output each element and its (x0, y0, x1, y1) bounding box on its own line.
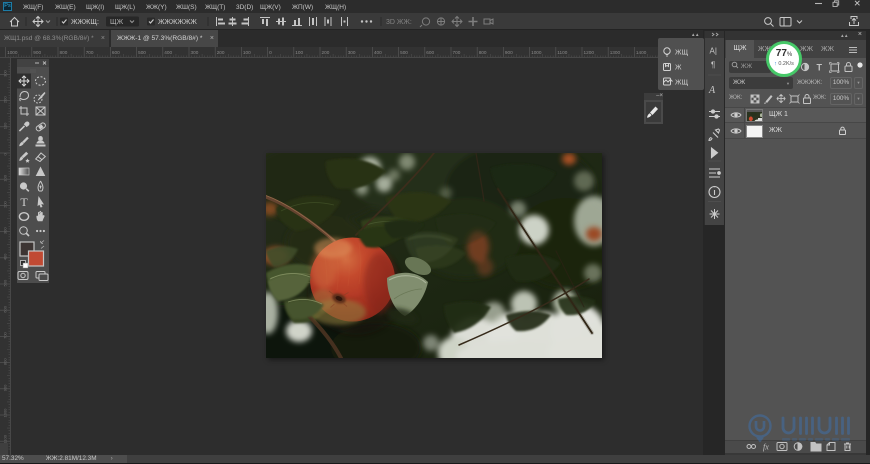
svg-text:500: 500 (400, 50, 408, 55)
svg-text:900: 900 (505, 50, 513, 55)
svg-text:Ж: Ж (675, 65, 682, 72)
svg-text:500: 500 (138, 50, 146, 55)
svg-text:400: 400 (164, 50, 172, 55)
svg-text:1200: 1200 (584, 50, 595, 55)
svg-text:100: 100 (3, 122, 8, 129)
svg-text:ЖЩ: ЖЩ (675, 50, 688, 57)
svg-text:700: 700 (86, 50, 94, 55)
svg-text:ЖЖЖЖЖЖ: ЖЖЖЖЖЖ (158, 19, 197, 26)
svg-text:300: 300 (348, 50, 356, 55)
svg-text:600: 600 (112, 50, 120, 55)
svg-text:ЩЖ: ЩЖ (110, 19, 124, 26)
svg-text:300: 300 (191, 50, 199, 55)
svg-text:300: 300 (3, 69, 8, 76)
svg-text:900: 900 (3, 384, 8, 391)
svg-text:800: 800 (479, 50, 487, 55)
svg-text:ЖЩ: ЖЩ (675, 80, 688, 87)
svg-text:900: 900 (33, 50, 41, 55)
svg-text:ЖЖЖЩ:: ЖЖЖЩ: (71, 19, 99, 26)
svg-text:T: T (20, 195, 28, 209)
svg-text:200: 200 (3, 200, 8, 207)
svg-text:1100: 1100 (557, 50, 567, 55)
svg-text:500: 500 (3, 279, 8, 286)
svg-text:1400: 1400 (636, 50, 647, 55)
svg-text:1300: 1300 (610, 50, 621, 55)
svg-text:200: 200 (322, 50, 330, 55)
svg-text:T: T (817, 63, 823, 73)
svg-text:0: 0 (269, 50, 272, 55)
svg-text:100: 100 (3, 174, 8, 181)
svg-text:1000: 1000 (531, 50, 542, 55)
svg-text:700: 700 (453, 50, 461, 55)
svg-text:400: 400 (3, 253, 8, 260)
svg-text:100: 100 (295, 50, 303, 55)
svg-text:800: 800 (60, 50, 68, 55)
svg-text:¶: ¶ (711, 61, 715, 70)
svg-text:600: 600 (426, 50, 434, 55)
svg-text:A: A (708, 85, 716, 96)
svg-text:1000: 1000 (3, 408, 8, 418)
svg-text:200: 200 (217, 50, 225, 55)
svg-text:200: 200 (3, 96, 8, 103)
svg-text:100: 100 (243, 50, 251, 55)
svg-text:700: 700 (3, 331, 8, 338)
svg-text:800: 800 (3, 358, 8, 365)
svg-text:300: 300 (3, 227, 8, 234)
svg-text:600: 600 (3, 305, 8, 312)
svg-text:A|: A| (710, 47, 717, 56)
svg-text:3D ЖЖ:: 3D ЖЖ: (386, 19, 412, 26)
svg-text:400: 400 (374, 50, 382, 55)
svg-text:1000: 1000 (7, 50, 18, 55)
